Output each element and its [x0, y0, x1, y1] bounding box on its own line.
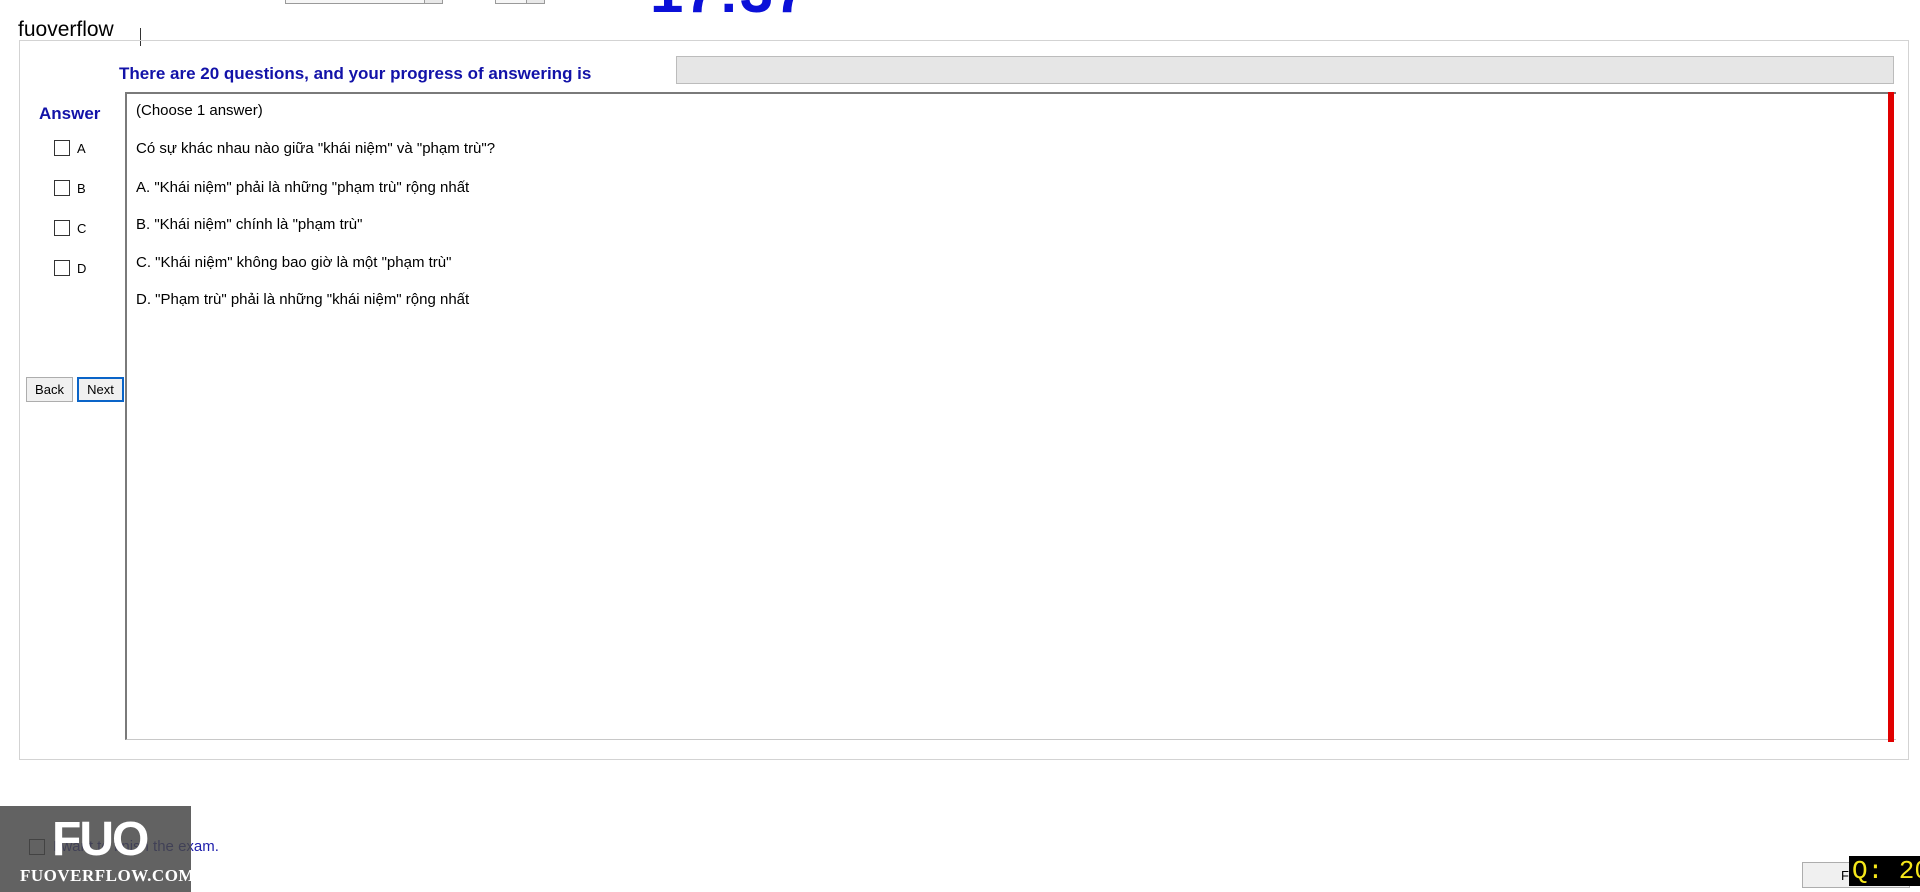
answer-option-label: D — [77, 260, 87, 276]
dropdown-arrow-icon[interactable] — [424, 0, 442, 3]
checkbox-a[interactable] — [54, 140, 70, 156]
question-choice: A. "Khái niệm" phải là những "phạm trù" … — [136, 179, 470, 196]
logo-mark: FUO — [52, 813, 149, 866]
answer-option-b[interactable]: B — [54, 179, 86, 197]
back-button[interactable]: Back — [26, 377, 73, 402]
progress-bar — [676, 56, 1894, 84]
question-instruction: (Choose 1 answer) — [136, 102, 263, 119]
progress-label: There are 20 questions, and your progres… — [119, 64, 592, 83]
answer-option-label: A — [77, 140, 86, 156]
answer-option-label: C — [77, 220, 87, 236]
checkbox-d[interactable] — [54, 260, 70, 276]
dropdown-arrow-icon[interactable] — [526, 0, 544, 3]
answer-option-c[interactable]: C — [54, 219, 86, 237]
answer-option-d[interactable]: D — [54, 259, 86, 277]
answer-option-a[interactable]: A — [54, 139, 86, 157]
next-button[interactable]: Next — [77, 377, 124, 402]
top-strip — [0, 0, 1920, 10]
question-choice: B. "Khái niệm" chính là "phạm trù" — [136, 216, 363, 233]
top-combobox-2[interactable] — [495, 0, 545, 4]
question-counter: Q: 20 — [1849, 856, 1920, 886]
answer-title: Answer — [39, 104, 101, 123]
checkbox-c[interactable] — [54, 220, 70, 236]
question-pane-scroll-marker — [1888, 92, 1894, 742]
logo-text: FUOVERFLOW.COM — [20, 866, 195, 885]
question-choice: D. "Phạm trù" phải là những "khái niệm" … — [136, 291, 470, 308]
brand-label: fuoverflow — [18, 18, 114, 41]
answer-option-label: B — [77, 180, 86, 196]
countdown-timer: 17:37 — [650, 0, 808, 22]
question-choice: C. "Khái niệm" không bao giờ là một "phạ… — [136, 254, 452, 271]
checkbox-b[interactable] — [54, 180, 70, 196]
watermark-logo: FUO FUOVERFLOW.COM — [0, 806, 194, 892]
question-text: Có sự khác nhau nào giữa "khái niệm" và … — [136, 140, 496, 157]
top-combobox-1[interactable] — [285, 0, 443, 4]
